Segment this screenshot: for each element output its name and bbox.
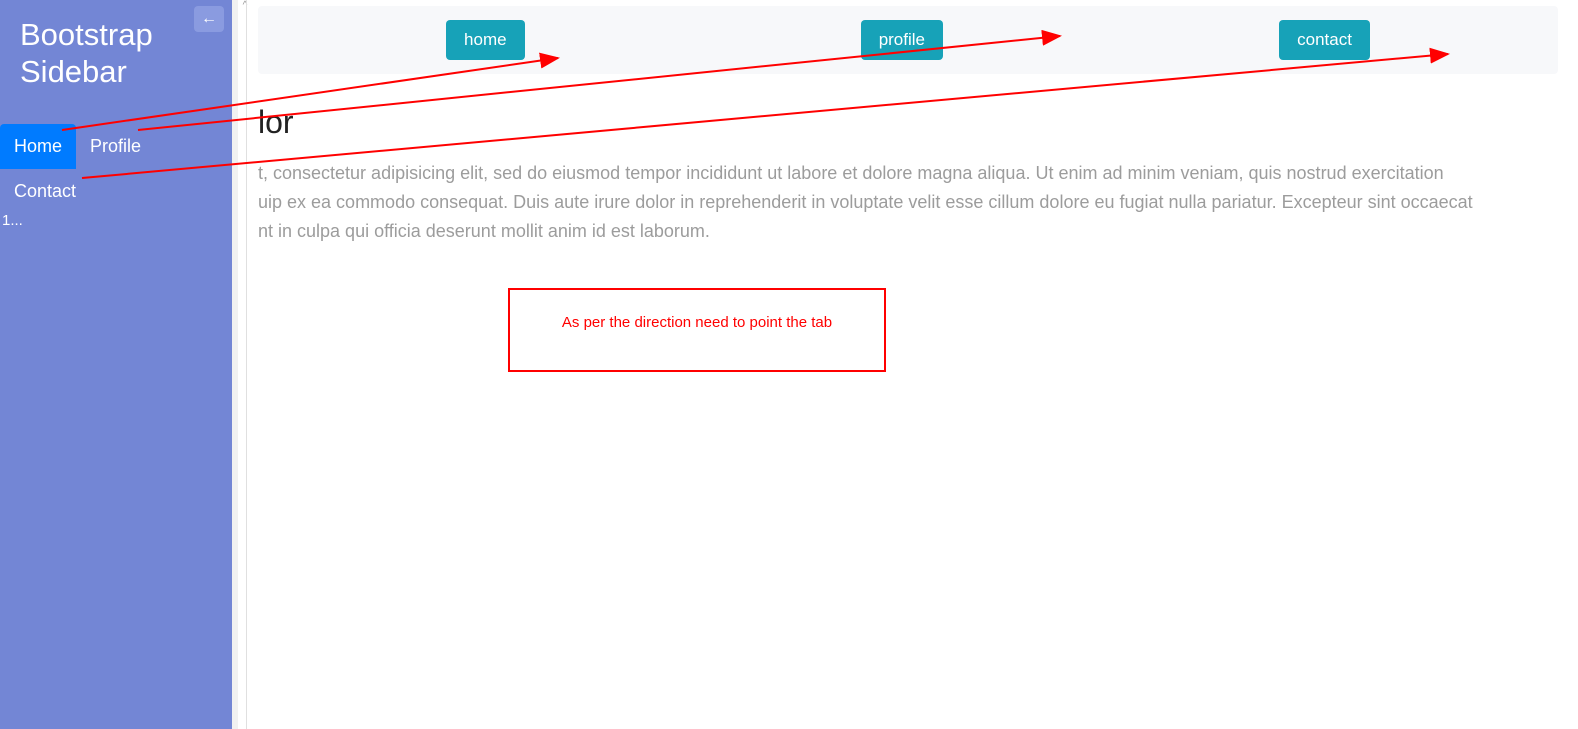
sidebar-item-contact[interactable]: Contact — [0, 169, 232, 214]
arrow-left-icon: ← — [201, 10, 217, 28]
sidebar-item-label: Profile — [90, 136, 141, 156]
text-line: nt in culpa qui officia deserunt mollit … — [258, 221, 710, 241]
tab-label: home — [464, 30, 507, 49]
sidebar-footer: 1... — [0, 212, 23, 229]
page-title: lor — [258, 104, 1558, 141]
tab-profile[interactable]: profile — [861, 20, 943, 60]
collapse-sidebar-button[interactable]: ← — [194, 6, 224, 32]
sidebar-title: Bootstrap Sidebar — [20, 16, 212, 90]
footer-text: 1... — [2, 212, 23, 229]
text-line: t, consectetur adipisicing elit, sed do … — [258, 163, 1444, 183]
sidebar-item-label: Home — [14, 136, 62, 156]
tab-contact[interactable]: contact — [1279, 20, 1370, 60]
topbar: home profile contact — [258, 6, 1558, 74]
body-paragraph: t, consectetur adipisicing elit, sed do … — [258, 159, 1558, 245]
scroll-up-icon[interactable]: ^ — [237, 0, 253, 16]
sidebar-item-label: Contact — [14, 181, 76, 201]
sidebar-item-profile[interactable]: Profile — [76, 124, 155, 169]
tab-home[interactable]: home — [446, 20, 525, 60]
tab-label: contact — [1297, 30, 1352, 49]
sidebar-nav: Home Profile Contact — [0, 114, 232, 214]
annotation-box: As per the direction need to point the t… — [508, 288, 886, 372]
text-line: uip ex ea commodo consequat. Duis aute i… — [258, 192, 1473, 212]
sidebar-item-home[interactable]: Home — [0, 124, 76, 169]
annotation-text: As per the direction need to point the t… — [562, 314, 832, 331]
content-area: ^ home profile contact lor t, consectetu… — [232, 0, 1578, 729]
sidebar: ← Bootstrap Sidebar Home Profile Contact… — [0, 0, 232, 729]
sidebar-header: ← Bootstrap Sidebar — [0, 0, 232, 114]
tab-label: profile — [879, 30, 925, 49]
main-content: lor t, consectetur adipisicing elit, sed… — [238, 74, 1578, 245]
